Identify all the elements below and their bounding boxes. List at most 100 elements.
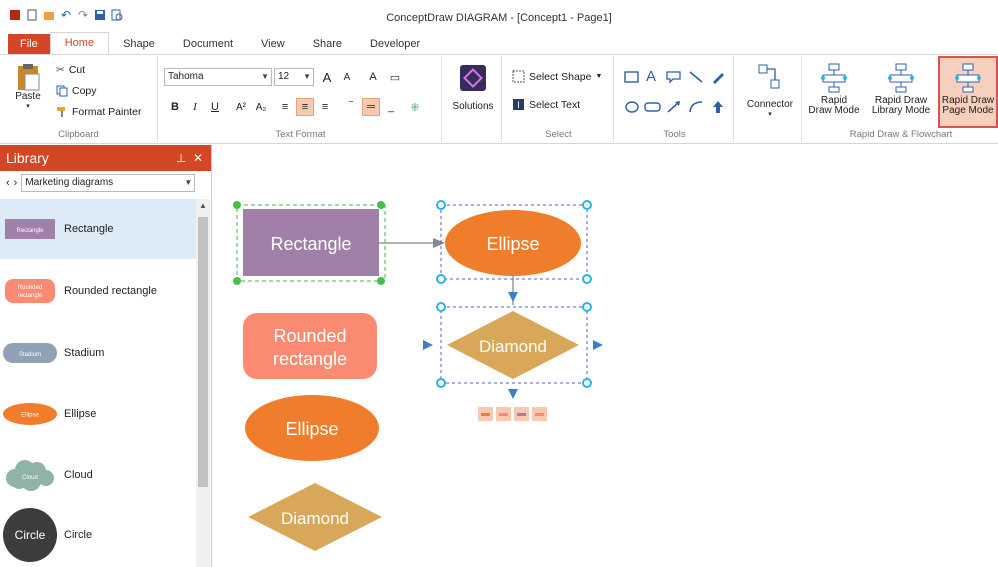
font-size-select[interactable]: 12 ▼	[274, 68, 314, 86]
library-scrollbar[interactable]: ▲	[196, 199, 210, 567]
ellipse-tool-icon[interactable]	[624, 100, 640, 114]
back-icon[interactable]: ‹	[6, 177, 10, 189]
select-shape-label: Select Shape	[529, 70, 592, 83]
tab-document[interactable]: Document	[169, 34, 247, 54]
rounded-rect-tool-icon[interactable]	[644, 100, 662, 114]
select-text-button[interactable]: I Select Text	[512, 98, 580, 111]
text-grid-icon[interactable]: ⁜	[406, 98, 424, 116]
text-box-icon[interactable]: ▭	[386, 68, 404, 86]
rapid-down-arrow-icon[interactable]	[508, 292, 518, 302]
solutions-label: Solutions	[452, 101, 494, 112]
connector-icon	[758, 64, 780, 89]
text-tool-icon[interactable]: A	[646, 68, 656, 85]
rectangle-thumb-text: Rectangle	[16, 228, 44, 234]
rectangle-tool-icon[interactable]	[624, 70, 640, 84]
scroll-up-icon[interactable]: ▲	[196, 201, 210, 210]
connector-group: Connector ▾	[736, 56, 802, 142]
chooser-tile-mark	[499, 413, 508, 416]
tab-shape[interactable]: Shape	[109, 34, 169, 54]
library-item-rectangle[interactable]: Rectangle Rectangle	[0, 199, 196, 259]
drawing-canvas[interactable]: Rectangle Ellipse Diamond Rounded rectan…	[213, 145, 998, 567]
library-title: Library	[6, 150, 49, 166]
tab-home[interactable]: Home	[49, 32, 110, 54]
library-item-ellipse[interactable]: Ellipse Ellipse	[0, 384, 196, 444]
select-shape-button[interactable]: Select Shape ▼	[512, 70, 602, 83]
align-left-icon[interactable]: ≡	[276, 98, 294, 116]
tab-developer[interactable]: Developer	[356, 34, 434, 54]
align-right-icon[interactable]: ≡	[316, 98, 334, 116]
chevron-down-icon: ▼	[303, 72, 311, 81]
pin-icon[interactable]: ⊥	[176, 151, 186, 165]
tab-share[interactable]: Share	[299, 34, 356, 54]
rapid-right-arrow-icon[interactable]	[593, 340, 603, 350]
resize-handle[interactable]	[582, 200, 592, 210]
pen-tool-icon[interactable]	[710, 70, 726, 84]
connector-button[interactable]: Connector ▾	[742, 62, 798, 120]
library-select[interactable]: Marketing diagrams ▼	[21, 174, 196, 192]
shrink-font-button[interactable]: A	[338, 68, 356, 86]
line-tool-icon[interactable]	[688, 70, 704, 84]
rapid-left-arrow-icon[interactable]	[423, 340, 433, 350]
library-item-label: Cloud	[64, 469, 93, 481]
resize-handle[interactable]	[233, 201, 241, 209]
rounded-rectangle-text-1: Rounded	[273, 326, 346, 346]
bezier-tool-icon[interactable]	[710, 100, 726, 114]
tab-view[interactable]: View	[247, 34, 299, 54]
callout-tool-icon[interactable]	[666, 70, 682, 84]
italic-icon[interactable]: I	[186, 98, 204, 116]
bold-icon[interactable]: B	[166, 98, 184, 116]
arrow-tool-icon[interactable]	[666, 100, 682, 114]
library-item-rounded-rectangle[interactable]: Rounded rectangle Rounded rectangle	[0, 261, 196, 321]
library-controls: ⊥ ✕	[176, 145, 203, 171]
scrollbar-thumb[interactable]	[198, 217, 208, 487]
format-painter-button[interactable]: Format Painter	[56, 106, 141, 118]
resize-handle[interactable]	[233, 277, 241, 285]
library-item-cloud[interactable]: Cloud Cloud	[0, 445, 196, 505]
library-item-circle[interactable]: Circle Circle	[0, 503, 196, 567]
select-shape-icon	[512, 70, 525, 83]
tab-file[interactable]: File	[8, 34, 50, 54]
library-item-stadium[interactable]: Stadium Stadium	[0, 323, 196, 383]
solutions-button[interactable]: Solutions	[448, 64, 498, 112]
font-size-value: 12	[278, 71, 290, 82]
subscript-icon[interactable]: A₂	[252, 98, 270, 116]
align-center-icon[interactable]: ≡	[296, 98, 314, 116]
rapid-draw-mode-button[interactable]: Rapid Draw Mode	[806, 62, 862, 116]
rapid-bottom-arrow-icon[interactable]	[508, 389, 518, 399]
resize-handle[interactable]	[436, 274, 446, 284]
align-bottom-icon[interactable]: _	[382, 98, 400, 116]
font-family-select[interactable]: Tahoma ▼	[164, 68, 272, 86]
superscript-icon[interactable]: A²	[232, 98, 250, 116]
resize-handle[interactable]	[436, 302, 446, 312]
resize-handle[interactable]	[582, 378, 592, 388]
chooser-tile-mark	[517, 413, 526, 416]
cut-button[interactable]: ✂ Cut	[56, 64, 85, 76]
underline-icon[interactable]: U	[206, 98, 224, 116]
format-painter-icon	[56, 106, 68, 118]
resize-handle[interactable]	[582, 302, 592, 312]
library-item-label: Rounded rectangle	[64, 285, 157, 297]
rapid-draw-mode-label-2: Draw Mode	[808, 105, 860, 116]
resize-handle[interactable]	[436, 378, 446, 388]
resize-handle[interactable]	[377, 277, 385, 285]
copy-button[interactable]: Copy	[56, 85, 97, 97]
grow-font-label: A	[322, 69, 332, 85]
rapid-draw-library-mode-button[interactable]: Rapid Draw Library Mode	[868, 62, 934, 116]
rapid-draw-page-mode-button[interactable]: Rapid Draw Page Mode	[938, 56, 998, 128]
resize-handle[interactable]	[582, 274, 592, 284]
resize-handle[interactable]	[436, 200, 446, 210]
clear-format-button[interactable]: A	[364, 68, 382, 86]
grow-font-button[interactable]: A	[318, 68, 336, 86]
clipboard-group: Paste ▾ ✂ Cut Copy Format Painter Clipbo…	[0, 56, 158, 142]
arc-tool-icon[interactable]	[688, 100, 704, 114]
forward-icon[interactable]: ›	[14, 177, 18, 189]
resize-handle[interactable]	[377, 201, 385, 209]
rapid-shape-chooser[interactable]	[478, 407, 547, 421]
rounded-rectangle-shape[interactable]	[243, 313, 377, 379]
align-middle-icon[interactable]: ═	[362, 98, 380, 116]
scissors-icon: ✂	[56, 64, 65, 76]
align-top-icon[interactable]: ‾	[342, 98, 360, 116]
ellipse-bottom-shape-text: Ellipse	[285, 419, 338, 439]
close-icon[interactable]: ✕	[193, 151, 203, 165]
paste-button[interactable]: Paste ▾	[10, 62, 46, 112]
